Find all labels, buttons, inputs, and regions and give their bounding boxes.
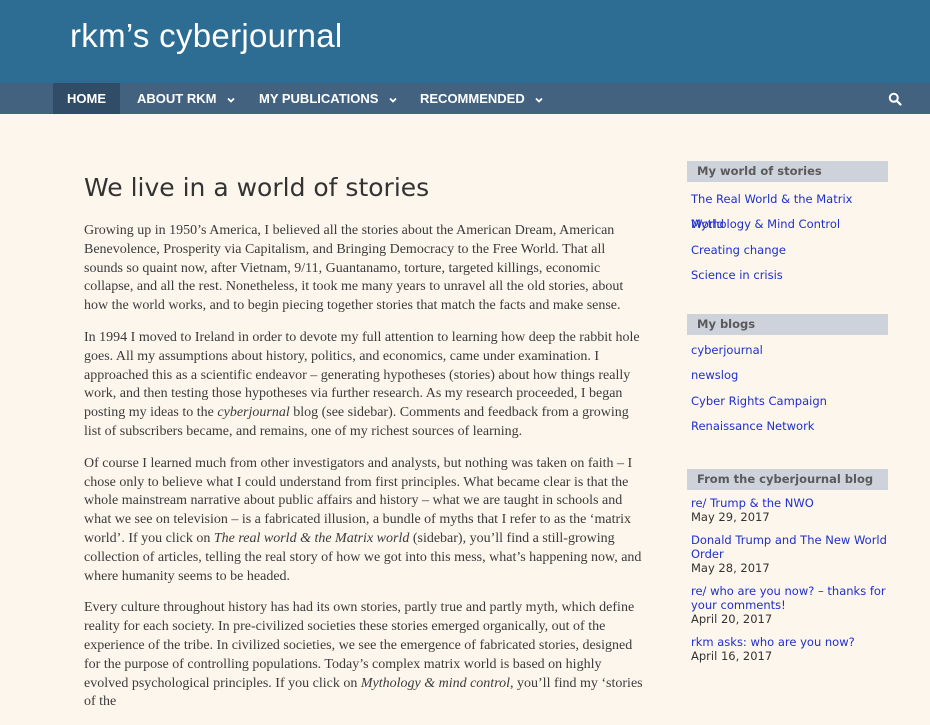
chevron-down-icon — [227, 97, 235, 103]
link-newslog[interactable]: newslog — [691, 368, 738, 382]
list-item: Cyber Rights Campaign — [691, 389, 888, 414]
post-link[interactable]: Donald Trump and The New World Order — [691, 533, 887, 561]
main-content: We live in a world of stories Growing up… — [84, 168, 644, 725]
nav-about-rkm[interactable]: ABOUT RKM — [137, 83, 236, 114]
stories-list: The Real World & the Matrix World Mythol… — [687, 182, 888, 288]
link-cyber-rights[interactable]: Cyber Rights Campaign — [691, 394, 827, 408]
site-title[interactable]: rkm’s cyberjournal — [70, 14, 343, 58]
link-creating-change[interactable]: Creating change — [691, 243, 786, 257]
blogs-list: cyberjournal newslog Cyber Rights Campai… — [687, 335, 888, 439]
list-item: cyberjournal — [691, 338, 888, 363]
paragraph-3: Of course I learned much from other inve… — [84, 455, 644, 587]
page-title: We live in a world of stories — [84, 173, 430, 202]
list-item: newslog — [691, 363, 888, 388]
nav-about-label: ABOUT RKM — [137, 91, 217, 106]
list-item: re/ Trump & the NWO May 29, 2017 — [691, 496, 888, 524]
search-icon[interactable] — [888, 92, 902, 106]
list-item: Science in crisis — [691, 263, 888, 288]
widget-my-blogs: My blogs cyberjournal newslog Cyber Righ… — [687, 314, 888, 439]
link-cyberjournal[interactable]: cyberjournal — [691, 343, 763, 357]
recent-posts-list: re/ Trump & the NWO May 29, 2017 Donald … — [687, 490, 888, 663]
link-science-in-crisis[interactable]: Science in crisis — [691, 268, 783, 282]
list-item: rkm asks: who are you now? April 16, 201… — [691, 635, 888, 663]
link-mythology[interactable]: Mythology & Mind Control — [691, 217, 840, 231]
paragraph-4-emphasis: Mythology & mind control — [360, 675, 511, 691]
list-item: Creating change — [691, 238, 888, 263]
nav-recommended[interactable]: RECOMMENDED — [420, 83, 544, 114]
widget-title: My blogs — [687, 314, 888, 336]
post-link[interactable]: re/ who are you now? – thanks for your c… — [691, 584, 886, 612]
post-date: April 20, 2017 — [691, 612, 773, 627]
nav-home[interactable]: HOME — [53, 83, 120, 114]
widget-title: From the cyberjournal blog — [687, 469, 888, 491]
post-link[interactable]: rkm asks: who are you now? — [691, 635, 855, 649]
list-item: The Real World & the Matrix World — [691, 187, 888, 231]
main-nav: HOME ABOUT RKM MY PUBLICATIONS RECOMMEND… — [0, 83, 930, 114]
nav-my-publications[interactable]: MY PUBLICATIONS — [259, 83, 398, 114]
paragraph-1-text: Growing up in 1950’s America, I believed… — [84, 223, 624, 314]
nav-rec-label: RECOMMENDED — [420, 91, 525, 106]
paragraph-2: In 1994 I moved to Ireland in order to d… — [84, 329, 644, 442]
post-date: May 29, 2017 — [691, 510, 770, 525]
list-item: Donald Trump and The New World Order May… — [691, 533, 888, 575]
nav-home-label: HOME — [67, 91, 106, 106]
nav-pubs-label: MY PUBLICATIONS — [259, 91, 379, 106]
widget-recent-posts: From the cyberjournal blog re/ Trump & t… — [687, 469, 888, 663]
chevron-down-icon — [389, 97, 397, 103]
widget-world-of-stories: My world of stories The Real World & the… — [687, 161, 888, 288]
paragraph-1: Growing up in 1950’s America, I believed… — [84, 222, 644, 316]
post-date: May 28, 2017 — [691, 561, 770, 576]
list-item: re/ who are you now? – thanks for your c… — [691, 584, 888, 626]
paragraph-3-emphasis: The real world & the Matrix world — [213, 530, 410, 546]
post-date: April 16, 2017 — [691, 649, 773, 664]
list-item: Renaissance Network — [691, 414, 888, 439]
link-renaissance[interactable]: Renaissance Network — [691, 419, 814, 433]
widget-title: My world of stories — [687, 161, 888, 182]
paragraph-4: Every culture throughout history has had… — [84, 599, 644, 712]
post-link[interactable]: re/ Trump & the NWO — [691, 496, 814, 510]
sidebar: My world of stories The Real World & the… — [687, 161, 888, 672]
paragraph-2-emphasis: cyberjournal — [217, 405, 290, 421]
chevron-down-icon — [535, 97, 543, 103]
site-header: rkm’s cyberjournal — [0, 0, 930, 83]
list-item: Mythology & Mind Control — [691, 212, 888, 237]
